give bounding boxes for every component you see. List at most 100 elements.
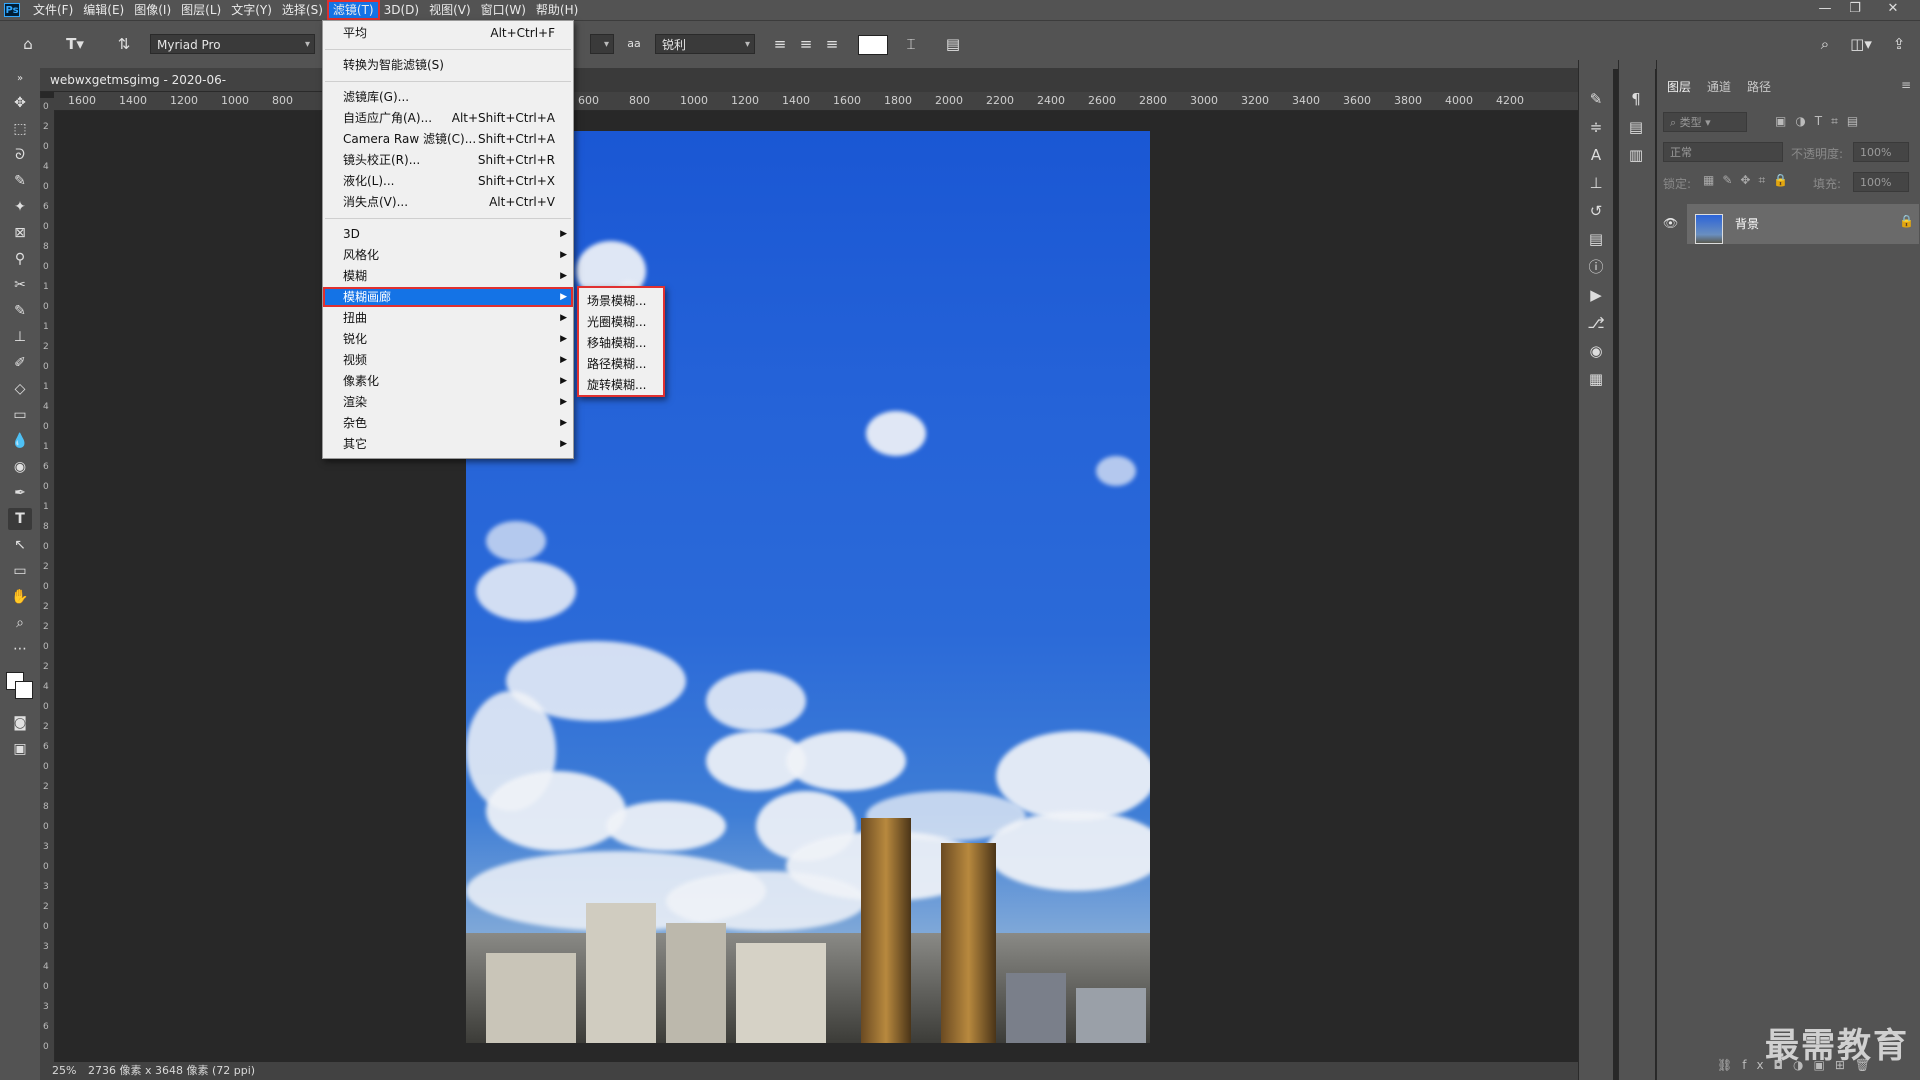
filter-menu-item[interactable]: 滤镜库(G)... — [323, 87, 573, 107]
filter-menu-item[interactable]: 镜头校正(R)... Shift+Ctrl+R — [323, 150, 573, 170]
info-icon[interactable]: ⓘ — [1585, 256, 1607, 278]
opacity-input[interactable]: 100% — [1853, 142, 1909, 162]
layer-row-background[interactable]: 背景 🔒 — [1687, 204, 1919, 244]
eyedropper-tool-icon[interactable]: ⚲ — [8, 248, 32, 270]
minimize-button[interactable]: — — [1812, 0, 1838, 20]
menu-6[interactable]: 滤镜(T) — [326, 0, 380, 20]
font-family-select[interactable]: Myriad Pro ▾ — [150, 34, 315, 54]
pen-tool-icon[interactable]: ✒ — [8, 482, 32, 504]
lock-icons[interactable]: ▦✎✥⌗🔒 — [1703, 173, 1796, 188]
menu-9[interactable]: 窗口(W) — [476, 1, 531, 19]
blur-gallery-item[interactable]: 场景模糊... — [587, 291, 646, 311]
healing-tool-icon[interactable]: ✂ — [8, 274, 32, 296]
crop-tool-icon[interactable]: ⊠ — [8, 222, 32, 244]
menu-2[interactable]: 图像(I) — [129, 1, 176, 19]
blur-gallery-item[interactable]: 移轴模糊... — [587, 333, 646, 353]
brush-tool-icon[interactable]: ✎ — [8, 300, 32, 322]
type-tool-icon[interactable]: T — [8, 508, 32, 530]
zoom-tool-icon[interactable]: ⌕ — [8, 612, 32, 634]
menu-7[interactable]: 3D(D) — [379, 1, 424, 19]
filter-menu-item[interactable]: 模糊画廊 ▶ — [323, 287, 573, 307]
menu-3[interactable]: 图层(L) — [176, 1, 226, 19]
blur-gallery-item[interactable]: 旋转模糊... — [587, 375, 646, 395]
clone-stamp-tool-icon[interactable]: ⊥ — [8, 326, 32, 348]
grid-icon[interactable]: ▦ — [1585, 368, 1607, 390]
menu-5[interactable]: 选择(S) — [277, 1, 328, 19]
search-icon[interactable]: ⌕ — [1814, 33, 1836, 55]
lasso-tool-icon[interactable]: ᘐ — [8, 144, 32, 166]
restore-button[interactable]: ❐ — [1842, 0, 1868, 20]
tab-layers[interactable]: 图层 — [1667, 78, 1691, 95]
play-icon[interactable]: ▶ — [1585, 284, 1607, 306]
properties-icon[interactable]: ▤ — [1585, 228, 1607, 250]
character-panel-icon[interactable]: ▤ — [942, 33, 964, 55]
quick-select-tool-icon[interactable]: ✎ — [8, 170, 32, 192]
rectangle-tool-icon[interactable]: ▭ — [8, 560, 32, 582]
filter-menu-item[interactable]: 平均 Alt+Ctrl+F — [323, 23, 573, 43]
eraser-tool-icon[interactable]: ◇ — [8, 378, 32, 400]
text-orientation-icon[interactable]: ⇅ — [112, 33, 136, 55]
layer-filter-select[interactable]: ⌕ 类型 ▾ — [1663, 112, 1747, 132]
adjustments-icon[interactable]: ≑ — [1585, 116, 1607, 138]
zoom-level[interactable]: 25% — [52, 1062, 76, 1080]
filter-menu-item[interactable]: 视频 ▶ — [323, 350, 573, 370]
history-icon[interactable]: ↺ — [1585, 200, 1607, 222]
collapse-icon[interactable]: » — [8, 68, 32, 90]
align-left-icon[interactable]: ≡ — [770, 33, 790, 55]
filter-menu-item[interactable]: 锐化 ▶ — [323, 329, 573, 349]
background-color-swatch[interactable] — [15, 681, 33, 699]
text-color-swatch[interactable] — [858, 35, 888, 55]
warp-text-icon[interactable]: ⌶ — [900, 33, 922, 55]
navigator-icon[interactable]: ▤ — [1625, 116, 1647, 138]
move-tool-icon[interactable]: ✥ — [8, 92, 32, 114]
layer-name[interactable]: 背景 — [1735, 215, 1759, 232]
workspace-icon[interactable]: ◫▾ — [1846, 33, 1876, 55]
history-brush-tool-icon[interactable]: ✐ — [8, 352, 32, 374]
filter-menu-item[interactable]: 自适应广角(A)... Alt+Shift+Ctrl+A — [323, 108, 573, 128]
layer-filter-icons[interactable]: ▣◑T⌗▤ — [1775, 114, 1867, 129]
notes-icon[interactable]: ▥ — [1625, 144, 1647, 166]
menu-0[interactable]: 文件(F) — [28, 1, 78, 19]
share-icon[interactable]: ⇪ — [1888, 33, 1910, 55]
filter-menu-item[interactable]: 消失点(V)... Alt+Ctrl+V — [323, 192, 573, 212]
marquee-tool-icon[interactable]: ⬚ — [8, 118, 32, 140]
filter-menu-item[interactable]: 其它 ▶ — [323, 434, 573, 454]
filter-menu-item[interactable]: 像素化 ▶ — [323, 371, 573, 391]
blend-mode-select[interactable]: 正常 — [1663, 142, 1783, 162]
antialias-select[interactable]: 锐利 ▾ — [655, 34, 755, 54]
fill-input[interactable]: 100% — [1853, 172, 1909, 192]
panel-menu-icon[interactable]: ≡ — [1901, 78, 1911, 92]
menu-1[interactable]: 编辑(E) — [78, 1, 129, 19]
document-tab[interactable]: webwxgetmsgimg - 2020-06-19T111722.510.j… — [40, 68, 330, 111]
dodge-tool-icon[interactable]: ◉ — [8, 456, 32, 478]
menu-10[interactable]: 帮助(H) — [531, 1, 583, 19]
menu-4[interactable]: 文字(Y) — [226, 1, 277, 19]
font-size-select[interactable]: ▾ — [590, 34, 614, 54]
filter-menu-item[interactable]: 3D ▶ — [323, 224, 573, 244]
filter-menu-item[interactable]: 渲染 ▶ — [323, 392, 573, 412]
align-right-icon[interactable]: ≡ — [822, 33, 842, 55]
filter-menu-item[interactable]: 模糊 ▶ — [323, 266, 573, 286]
tab-channels[interactable]: 通道 — [1707, 78, 1731, 95]
filter-menu-item[interactable]: 扭曲 ▶ — [323, 308, 573, 328]
filter-menu-item[interactable]: 杂色 ▶ — [323, 413, 573, 433]
clone-source-icon[interactable]: ⊥ — [1585, 172, 1607, 194]
paths-icon[interactable]: ⎇ — [1585, 312, 1607, 334]
blur-gallery-item[interactable]: 光圈模糊... — [587, 312, 646, 332]
close-button[interactable]: ✕ — [1880, 0, 1906, 20]
hand-tool-icon[interactable]: ✋ — [8, 586, 32, 608]
more-tools-icon[interactable]: ⋯ — [8, 638, 32, 660]
path-select-tool-icon[interactable]: ↖ — [8, 534, 32, 556]
brush-settings-icon[interactable]: ✎ — [1585, 88, 1607, 110]
character-style-icon[interactable]: A — [1585, 144, 1607, 166]
filter-menu-item[interactable]: 液化(L)... Shift+Ctrl+X — [323, 171, 573, 191]
type-tool-preset-icon[interactable]: T▾ — [60, 33, 90, 55]
home-icon[interactable]: ⌂ — [16, 33, 40, 55]
filter-menu-item[interactable]: Camera Raw 滤镜(C)... Shift+Ctrl+A — [323, 129, 573, 149]
visibility-eye-icon[interactable]: 👁 — [1663, 216, 1678, 230]
menu-8[interactable]: 视图(V) — [424, 1, 476, 19]
blur-tool-icon[interactable]: 💧 — [8, 430, 32, 452]
paragraph-icon[interactable]: ¶ — [1625, 88, 1647, 110]
blur-gallery-item[interactable]: 路径模糊... — [587, 354, 646, 374]
document-info[interactable]: 2736 像素 x 3648 像素 (72 ppi) — [88, 1062, 255, 1080]
